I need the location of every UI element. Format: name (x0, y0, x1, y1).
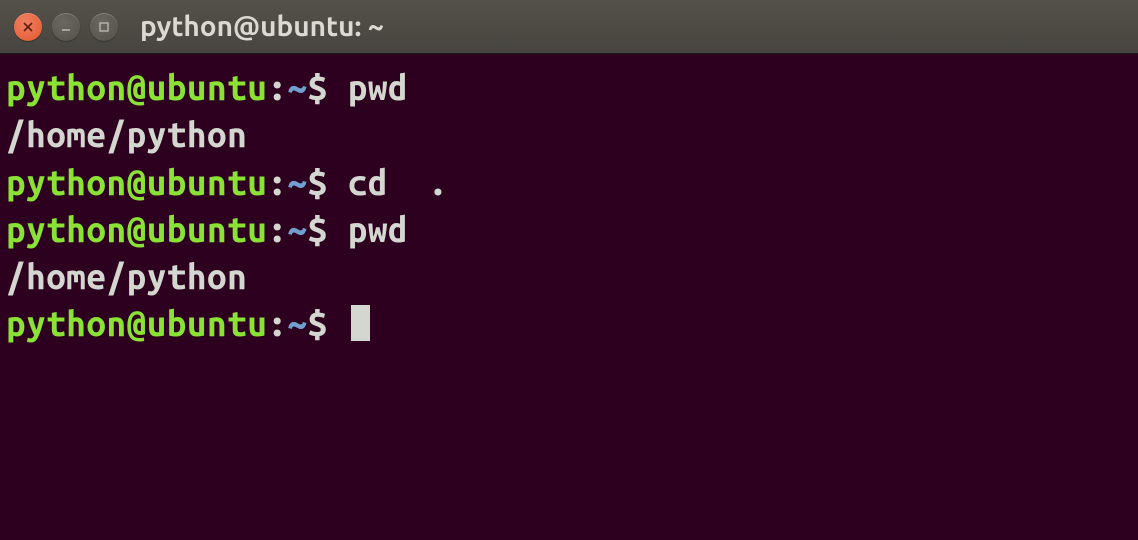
prompt-symbol: $ (308, 162, 328, 202)
window-title: python@ubuntu: ~ (140, 11, 384, 42)
terminal-line: python@ubuntu:~$ cd . (6, 159, 1132, 206)
prompt-separator: : (267, 162, 287, 202)
prompt-symbol: $ (308, 209, 328, 249)
terminal-line: /home/python (6, 253, 1132, 300)
prompt-user-host: python@ubuntu (6, 303, 267, 343)
prompt-user-host: python@ubuntu (6, 162, 267, 202)
command-text (328, 67, 348, 107)
titlebar: python@ubuntu: ~ (0, 0, 1138, 54)
terminal-line: python@ubuntu:~$ (6, 300, 1132, 347)
terminal-line: python@ubuntu:~$ pwd (6, 64, 1132, 111)
command-text: pwd (348, 67, 408, 107)
close-icon (21, 20, 35, 34)
prompt-symbol: $ (308, 303, 328, 343)
maximize-icon (97, 20, 111, 34)
command-text (328, 209, 348, 249)
command-text: pwd (348, 209, 408, 249)
prompt-path: ~ (287, 67, 307, 107)
terminal-line: /home/python (6, 111, 1132, 158)
prompt-user-host: python@ubuntu (6, 209, 267, 249)
terminal-line: python@ubuntu:~$ pwd (6, 206, 1132, 253)
minimize-button[interactable] (52, 13, 80, 41)
prompt-path: ~ (287, 303, 307, 343)
prompt-symbol: $ (308, 67, 328, 107)
prompt-separator: : (267, 67, 287, 107)
prompt-separator: : (267, 303, 287, 343)
close-button[interactable] (14, 13, 42, 41)
cursor-icon (351, 305, 370, 341)
prompt-separator: : (267, 209, 287, 249)
command-text: cd . (348, 162, 449, 202)
command-text (328, 303, 348, 343)
output-text: /home/python (6, 114, 247, 154)
prompt-path: ~ (287, 209, 307, 249)
minimize-icon (59, 20, 73, 34)
terminal[interactable]: python@ubuntu:~$ pwd /home/python python… (0, 54, 1138, 358)
prompt-path: ~ (287, 162, 307, 202)
output-text: /home/python (6, 256, 247, 296)
prompt-user-host: python@ubuntu (6, 67, 267, 107)
command-text (328, 162, 348, 202)
maximize-button[interactable] (90, 13, 118, 41)
